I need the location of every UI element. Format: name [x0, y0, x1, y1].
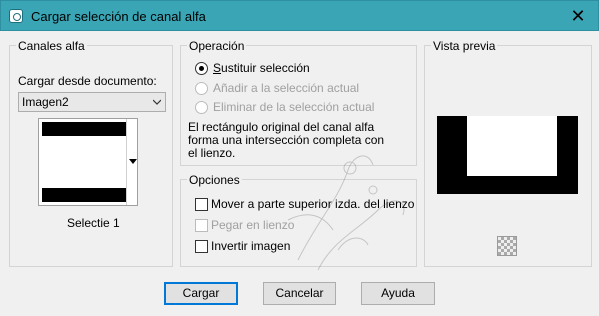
- preview-selection-area: [467, 116, 557, 176]
- load-button[interactable]: Cargar: [164, 282, 238, 305]
- radio-add-to-selection-label[interactable]: Añadir a la selección actual: [213, 81, 359, 95]
- preview-image: [437, 116, 578, 194]
- checkerboard-icon[interactable]: [497, 236, 517, 256]
- alpha-channel-thumbnail: [42, 122, 126, 202]
- options-group-title: Opciones: [187, 173, 242, 187]
- radio-remove-from-selection-label[interactable]: Eliminar de la selección actual: [213, 100, 374, 114]
- radio-replace-selection[interactable]: [195, 62, 208, 75]
- radio-replace-selection-label[interactable]: Sustituir selección: [213, 61, 310, 75]
- thumbnail-bottom-bar: [42, 188, 126, 202]
- document-select[interactable]: Imagen2: [18, 92, 166, 112]
- thumbnail-dropdown-arrow[interactable]: [126, 119, 137, 205]
- title-bar[interactable]: Cargar selección de canal alfa ✕: [0, 0, 599, 31]
- checkbox-paste-on-canvas[interactable]: [195, 219, 208, 232]
- cancel-button[interactable]: Cancelar: [263, 282, 336, 305]
- checkbox-move-to-top-left[interactable]: [195, 198, 208, 211]
- app-icon: [9, 9, 23, 23]
- radio-add-to-selection[interactable]: [195, 82, 208, 95]
- window-title: Cargar selección de canal alfa: [31, 9, 206, 24]
- close-button[interactable]: ✕: [558, 1, 598, 31]
- decorative-watermark: [287, 155, 405, 271]
- alpha-channel-thumbnail-picker[interactable]: [38, 118, 138, 206]
- operation-description-line-1: El rectángulo original del canal alfa: [188, 120, 375, 134]
- thumbnail-caption: Selectie 1: [67, 216, 120, 230]
- load-from-document-label: Cargar desde documento:: [18, 74, 157, 88]
- document-select-value: Imagen2: [22, 95, 69, 109]
- chevron-down-icon: [153, 99, 161, 105]
- operation-group-title: Operación: [187, 39, 247, 53]
- alpha-channels-group-title: Canales alfa: [16, 39, 87, 53]
- operation-description-line-3: el lienzo.: [188, 146, 236, 160]
- help-button[interactable]: Ayuda: [361, 282, 435, 305]
- thumbnail-top-bar: [42, 122, 126, 136]
- checkbox-invert-image[interactable]: [195, 240, 208, 253]
- preview-group-title: Vista previa: [431, 39, 498, 53]
- radio-remove-from-selection[interactable]: [195, 101, 208, 114]
